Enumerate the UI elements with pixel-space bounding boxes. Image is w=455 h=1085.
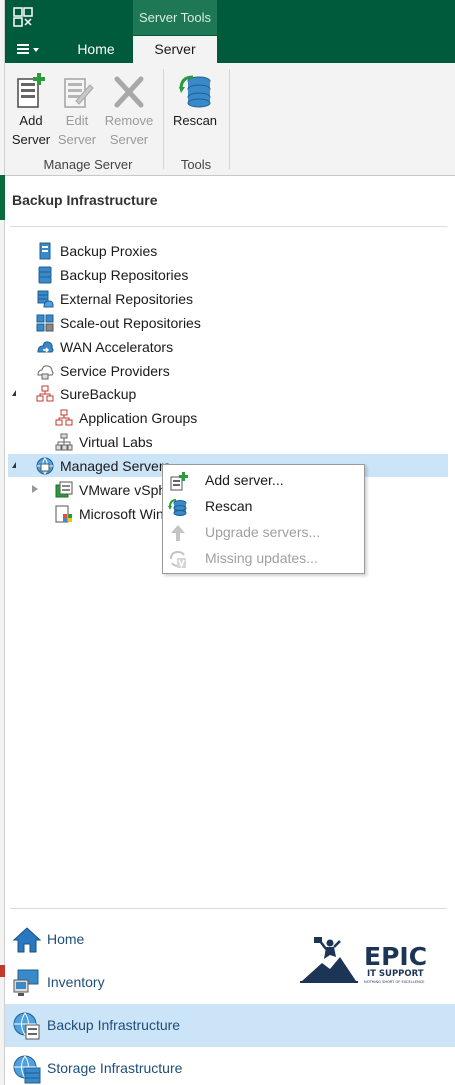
microsoft-windows-icon: [55, 505, 72, 523]
edit-server-label-1: Edit: [65, 113, 89, 128]
context-menu-label: Upgrade servers...: [205, 524, 321, 540]
edit-server-label-2: Server: [57, 132, 97, 147]
nav-item-storage-infrastructure[interactable]: Storage Infrastructure: [5, 1047, 455, 1085]
background-window-fragment: [0, 175, 5, 220]
tree-item-label: WAN Accelerators: [60, 339, 174, 355]
tab-server[interactable]: Server: [133, 36, 217, 64]
tree-item-label: Scale-out Repositories: [60, 315, 201, 331]
storage-infrastructure-icon: [13, 1055, 41, 1084]
managed-servers-icon: [36, 457, 54, 475]
tree-item-label: Service Providers: [60, 363, 170, 379]
group-label-manage-server: Manage Server: [43, 157, 133, 172]
tree-item-label: Application Groups: [79, 410, 198, 426]
main-menu-button[interactable]: [15, 39, 45, 61]
edit-server-button[interactable]: Edit Server: [57, 71, 97, 149]
background-window-fragment: [0, 965, 5, 977]
tree-item-label: External Repositories: [60, 291, 194, 307]
nav-item-backup-infrastructure[interactable]: Backup Infrastructure: [5, 1004, 455, 1047]
external-repository-icon: [37, 290, 54, 308]
backup-infrastructure-icon: [13, 1012, 40, 1040]
hamburger-icon: [17, 44, 29, 54]
remove-server-label-2: Server: [109, 132, 149, 147]
logo-title: EPIC: [364, 942, 427, 971]
context-menu-rescan[interactable]: Rescan: [163, 493, 364, 519]
add-server-button[interactable]: Add Server: [11, 71, 51, 149]
context-menu-label: Add server...: [205, 472, 284, 488]
chevron-down-icon: [33, 48, 39, 52]
add-server-label-2: Server: [11, 132, 51, 147]
tree-item-label: Backup Proxies: [60, 243, 158, 259]
app-icon[interactable]: [13, 7, 33, 27]
contextual-tab-header: Server Tools: [133, 0, 217, 35]
tree-expander-managed-servers[interactable]: [12, 462, 16, 468]
rescan-label: Rescan: [172, 113, 218, 128]
context-menu-label: Missing updates...: [205, 550, 318, 566]
ribbon-group-separator: [229, 69, 230, 169]
context-menu: Add server... Rescan Upgrade servers... …: [162, 464, 365, 574]
nav-item-label: Inventory: [47, 974, 105, 990]
edit-server-icon: [64, 78, 94, 108]
context-menu-add-server[interactable]: Add server...: [163, 467, 364, 493]
backup-repository-icon: [38, 266, 52, 284]
rescan-icon: [168, 499, 187, 516]
service-provider-icon: [37, 365, 54, 380]
remove-server-label-1: Remove: [104, 113, 154, 128]
logo-subtitle: IT SUPPORT: [367, 969, 424, 979]
nav-item-label: Storage Infrastructure: [47, 1060, 183, 1076]
surebackup-icon: [36, 385, 54, 402]
context-menu-upgrade-servers[interactable]: Upgrade servers...: [163, 519, 364, 545]
ribbon-panel: Add Server Edit Server Remove Server Res…: [5, 63, 455, 176]
tab-home[interactable]: Home: [60, 35, 132, 63]
vmware-vsphere-icon: [55, 481, 73, 498]
logo-tagline: NOTHING SHORT OF EXCELLENCE: [364, 980, 425, 984]
context-menu-missing-updates[interactable]: Missing updates...: [163, 545, 364, 571]
nav-item-label: Home: [47, 931, 85, 947]
group-label-tools: Tools: [180, 157, 212, 172]
tree-item-label: Managed Servers: [60, 458, 171, 474]
divider: [10, 226, 447, 227]
virtual-lab-icon: [55, 433, 73, 451]
ribbon-tab-row: Home Server: [5, 35, 455, 64]
title-bar: Server Tools: [5, 0, 455, 35]
inventory-icon: [13, 969, 39, 996]
remove-server-icon: [114, 76, 144, 108]
rescan-icon: [179, 75, 211, 108]
missing-updates-icon: [170, 550, 186, 568]
add-server-icon: [170, 472, 188, 491]
epic-it-support-logo: EPIC IT SUPPORT NOTHING SHORT OF EXCELLE…: [300, 937, 427, 984]
tree-expander-vmware[interactable]: [32, 485, 38, 493]
add-server-label-1: Add: [19, 113, 43, 128]
background-window-edge: [0, 0, 5, 1085]
scale-out-repository-icon: [36, 314, 54, 332]
nav-item-label: Backup Infrastructure: [47, 1017, 181, 1033]
remove-server-button[interactable]: Remove Server: [101, 71, 157, 149]
ribbon-group-separator: [163, 69, 164, 169]
divider: [10, 908, 447, 909]
tree-item-label: SureBackup: [60, 386, 137, 402]
tree-expander-surebackup[interactable]: [12, 390, 16, 396]
add-server-icon: [17, 73, 45, 108]
tree-item-label: Virtual Labs: [79, 434, 153, 450]
tree-item-label: Backup Repositories: [60, 267, 189, 283]
pane-title: Backup Infrastructure: [12, 192, 158, 208]
rescan-button[interactable]: Rescan: [168, 71, 222, 130]
wan-accelerator-icon: [37, 341, 54, 353]
application-group-icon: [55, 409, 73, 426]
upgrade-arrow-icon: [171, 525, 185, 541]
context-menu-label: Rescan: [205, 498, 253, 514]
home-icon: [12, 927, 42, 953]
backup-proxy-icon: [39, 242, 51, 260]
